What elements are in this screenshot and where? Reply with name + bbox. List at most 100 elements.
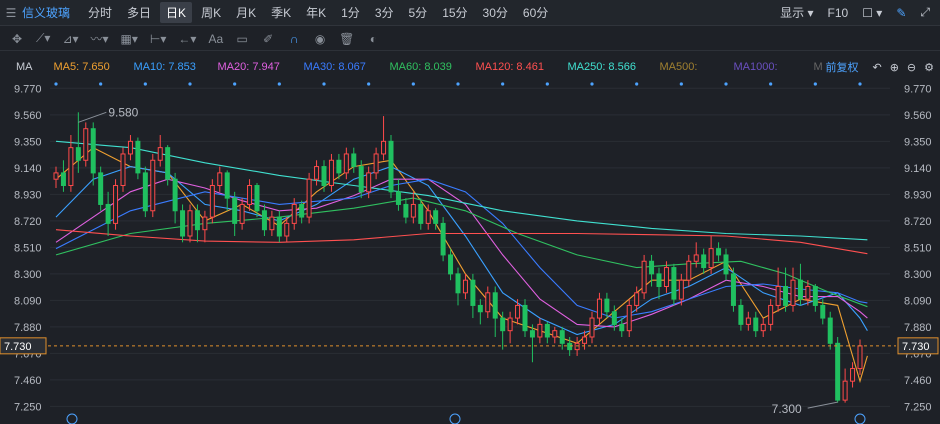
timeframe-tab[interactable]: 年K xyxy=(300,2,332,23)
candle-body xyxy=(745,317,751,325)
candlestick-chart[interactable]: 9.770 9.770 9.560 9.560 9.350 9.350 9.140 9.140… xyxy=(0,78,940,424)
checkbox-icon[interactable]: ☐ ▾ xyxy=(862,6,882,20)
y-tick-label-right: 7.880 xyxy=(904,322,932,334)
ma-legend-item[interactable]: MA20: 7.947 xyxy=(217,61,303,73)
candle-body xyxy=(835,342,841,401)
ma-legend-item[interactable]: MA10: 7.853 xyxy=(133,61,217,73)
candle-body xyxy=(797,279,803,300)
move-cursor-icon[interactable]: ✥ xyxy=(10,32,24,46)
y-tick-label-left: 7.250 xyxy=(14,401,42,413)
timeframe-tab[interactable]: 5分 xyxy=(403,2,434,23)
candle xyxy=(440,217,446,262)
candle-body xyxy=(247,185,253,205)
timeframe-tab[interactable]: 周K xyxy=(195,2,227,23)
f10-button[interactable]: F10 xyxy=(828,6,849,20)
timeframe-tab[interactable]: 15分 xyxy=(436,2,473,23)
candle-body xyxy=(492,292,498,319)
candle xyxy=(224,170,230,211)
ma-legend-item[interactable]: MA30: 8.067 xyxy=(303,61,389,73)
candle-body xyxy=(418,203,424,224)
timeframe-tab[interactable]: 分时 xyxy=(82,2,118,23)
candle xyxy=(477,299,483,325)
grid-tool-icon[interactable]: ▦▾ xyxy=(121,32,138,46)
candle xyxy=(150,153,156,218)
candle xyxy=(351,147,357,173)
candle xyxy=(544,321,550,344)
timeframe-tab[interactable]: 日K xyxy=(160,2,193,23)
ma-legend-bar: MA MA5: 7.650 MA10: 7.853 MA20: 7.947 MA30:… xyxy=(0,58,940,76)
candle-body xyxy=(768,304,774,325)
candle-body xyxy=(142,172,148,212)
timeframe-tab[interactable]: 60分 xyxy=(517,2,554,23)
timeframe-tab[interactable]: 30分 xyxy=(477,2,514,23)
candle-body xyxy=(671,267,677,300)
adjust-button[interactable]: 前复权 xyxy=(825,59,858,75)
candle xyxy=(373,147,379,180)
candle-body xyxy=(388,140,394,193)
undo-icon[interactable]: ↶ xyxy=(872,61,881,74)
y-tick-label-right: 8.720 xyxy=(904,216,932,228)
candle xyxy=(812,283,818,312)
candle xyxy=(582,330,588,350)
eye-icon[interactable]: ◉ xyxy=(313,32,327,46)
line-tool-icon[interactable]: ⟋▾ xyxy=(36,31,50,46)
candle-body xyxy=(604,298,610,313)
channel-tool-icon[interactable]: ⊿▾ xyxy=(62,32,78,46)
toggle-icon[interactable]: ◐ xyxy=(366,32,380,46)
candle-body xyxy=(291,203,297,224)
arrow-tool-icon[interactable]: ←▾ xyxy=(178,32,196,46)
candle xyxy=(299,200,305,224)
candle-body xyxy=(254,185,260,212)
candle-body xyxy=(693,254,699,262)
candle-body xyxy=(462,279,468,294)
candle xyxy=(492,286,498,337)
settings-icon[interactable]: ⚙ xyxy=(924,61,934,74)
event-marker-dot xyxy=(367,82,371,86)
ma-legend-item[interactable]: MA250: 8.566 xyxy=(567,61,659,73)
candle xyxy=(410,191,416,224)
display-menu[interactable]: 显示 ▾ xyxy=(780,4,813,21)
sidebar-toggle-icon[interactable]: ☰ xyxy=(0,6,22,20)
zoom-out-icon[interactable]: ⊖ xyxy=(907,61,916,74)
candle-body xyxy=(730,273,736,306)
ma-legend-item[interactable]: MA500: xyxy=(659,61,733,73)
candle-body xyxy=(53,172,59,180)
candle-body xyxy=(455,273,461,294)
ma-label[interactable]: MA xyxy=(0,61,53,73)
pen-icon[interactable]: ✎ xyxy=(896,6,906,20)
candle-body xyxy=(381,140,387,155)
ma-legend-item[interactable]: MA60: 8.039 xyxy=(389,61,475,73)
range-tool-icon[interactable]: ⊢▾ xyxy=(150,32,166,46)
ma-legend-item[interactable]: MA120: 8.461 xyxy=(475,61,567,73)
trash-icon[interactable]: 🗑 xyxy=(339,32,354,46)
candle-body xyxy=(626,304,632,332)
text-tool-icon[interactable]: Aa xyxy=(208,32,223,46)
candle-body xyxy=(180,210,186,237)
timeframe-tab[interactable]: 月K xyxy=(230,2,262,23)
timeframe-tab[interactable]: 多日 xyxy=(121,2,157,23)
ma-legend-item[interactable]: M xyxy=(813,61,825,73)
ma-legend-item[interactable]: MA1000: xyxy=(733,61,813,73)
fullscreen-icon[interactable]: ⤢ xyxy=(920,5,930,20)
candle xyxy=(515,299,521,325)
candle xyxy=(343,147,349,180)
eraser-icon[interactable]: ✐ xyxy=(261,32,275,46)
wave-tool-icon[interactable]: 〰▾ xyxy=(91,30,109,47)
timeframe-tab[interactable]: 季K xyxy=(265,2,297,23)
y-tick-label-right: 8.090 xyxy=(904,295,932,307)
magnet-icon[interactable]: ∩ xyxy=(287,32,301,46)
earnings-marker-icon xyxy=(66,413,78,424)
timeframe-tab[interactable]: 1分 xyxy=(335,2,366,23)
candle-body xyxy=(552,330,558,338)
zoom-in-icon[interactable]: ⊕ xyxy=(890,61,899,74)
stock-name[interactable]: 信义玻璃 xyxy=(22,4,70,21)
comment-tool-icon[interactable]: ▭ xyxy=(235,32,249,46)
candle-body xyxy=(753,317,759,332)
candle xyxy=(455,267,461,306)
candle-body xyxy=(850,368,856,382)
candle xyxy=(701,248,707,274)
candle xyxy=(850,362,856,388)
candle-body xyxy=(224,172,230,199)
ma-legend-item[interactable]: MA5: 7.650 xyxy=(53,61,133,73)
timeframe-tab[interactable]: 3分 xyxy=(369,2,400,23)
